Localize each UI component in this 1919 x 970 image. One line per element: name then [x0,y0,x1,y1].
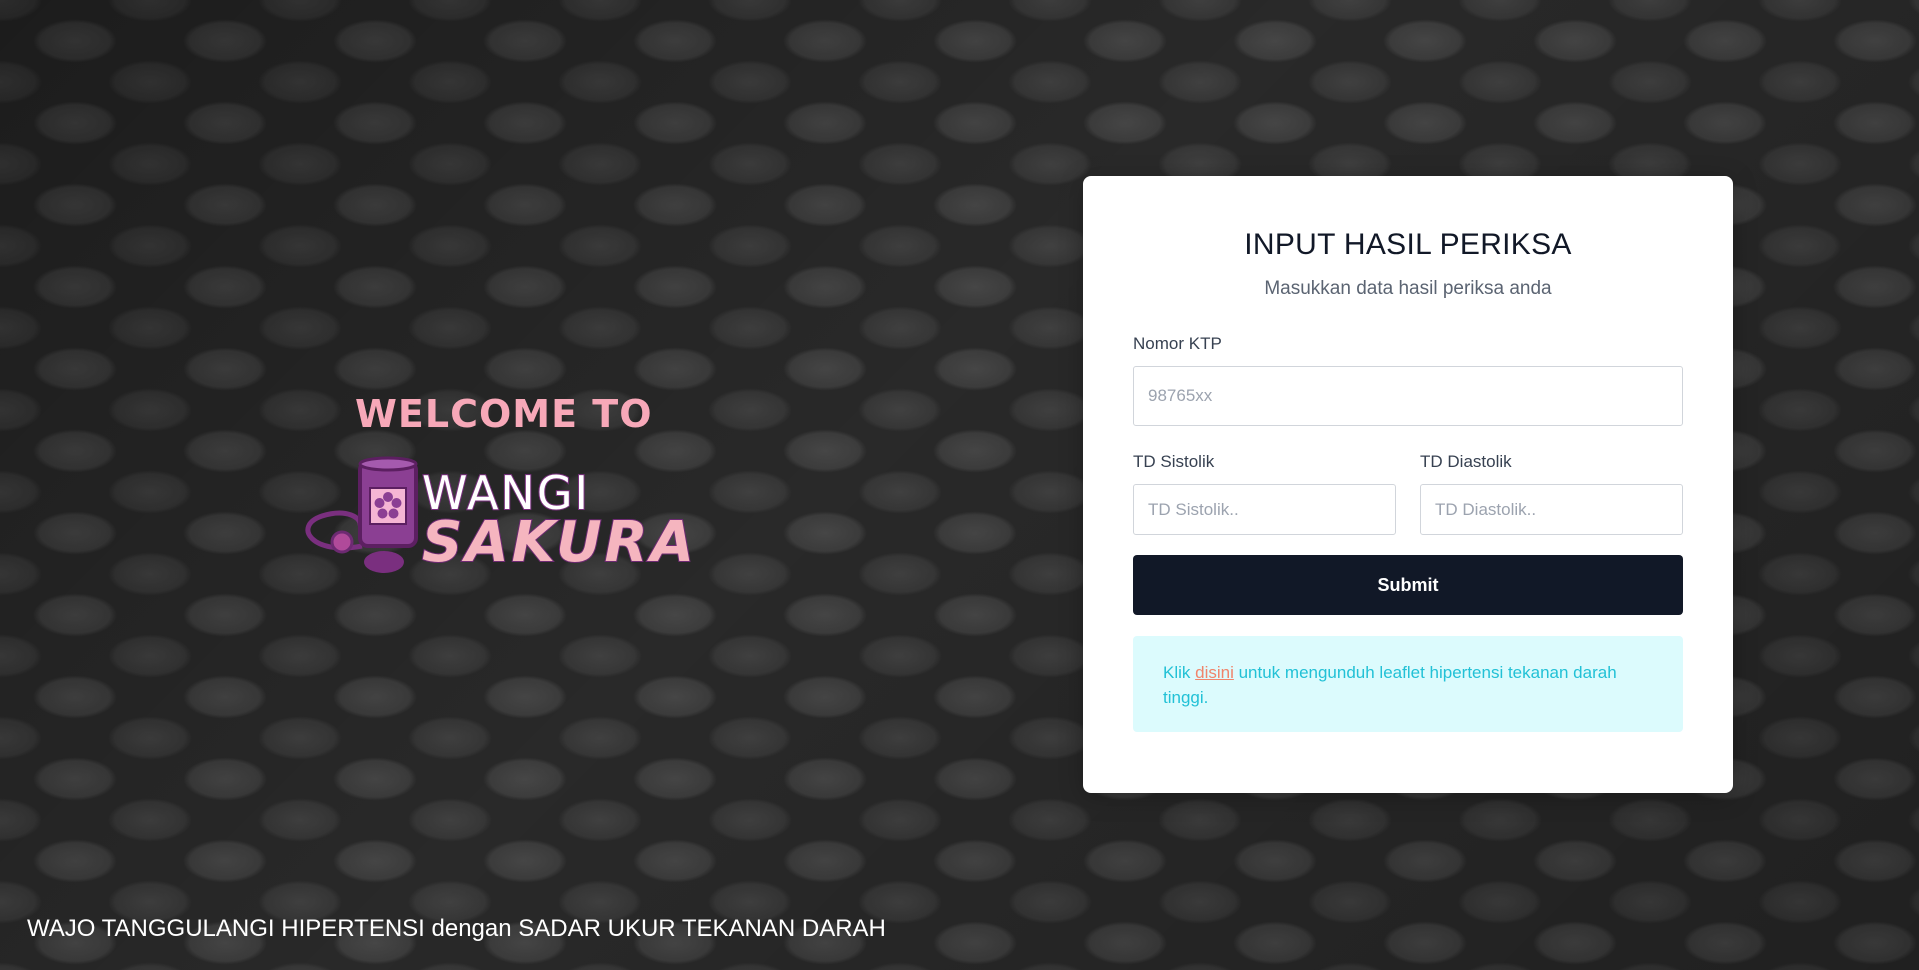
diastolik-group: TD Diastolik [1420,452,1683,535]
sistolik-group: TD Sistolik [1133,452,1396,535]
blood-pressure-cup-icon [305,456,418,573]
diastolik-input[interactable] [1420,484,1683,535]
ktp-label: Nomor KTP [1133,334,1222,353]
diastolik-label: TD Diastolik [1420,452,1512,471]
wangi-sakura-logo: WANGI SAKURA [292,456,695,576]
welcome-heading: WELCOME TO [355,392,653,436]
logo-wordmark-bottom: SAKURA [421,509,698,576]
page-background: WELCOME TO WANGI SAKURA WAJO TANGGULANGI… [0,0,1919,970]
ktp-input[interactable] [1133,366,1683,426]
footer-tagline: WAJO TANGGULANGI HIPERTENSI dengan SADAR… [27,915,886,942]
submit-button[interactable]: Submit [1133,555,1683,615]
blood-pressure-row: TD Sistolik TD Diastolik [1133,452,1683,535]
leaflet-info-alert: Klik disini untuk mengunduh leaflet hipe… [1133,636,1683,732]
sistolik-input[interactable] [1133,484,1396,535]
sistolik-label: TD Sistolik [1133,452,1215,471]
form-subtitle: Masukkan data hasil periksa anda [1264,278,1552,299]
form-title: INPUT HASIL PERIKSA [1244,228,1572,261]
leaflet-download-link[interactable]: disini [1195,663,1234,682]
input-form-card: INPUT HASIL PERIKSA Masukkan data hasil … [1083,176,1733,793]
alert-prefix: Klik [1163,663,1196,682]
